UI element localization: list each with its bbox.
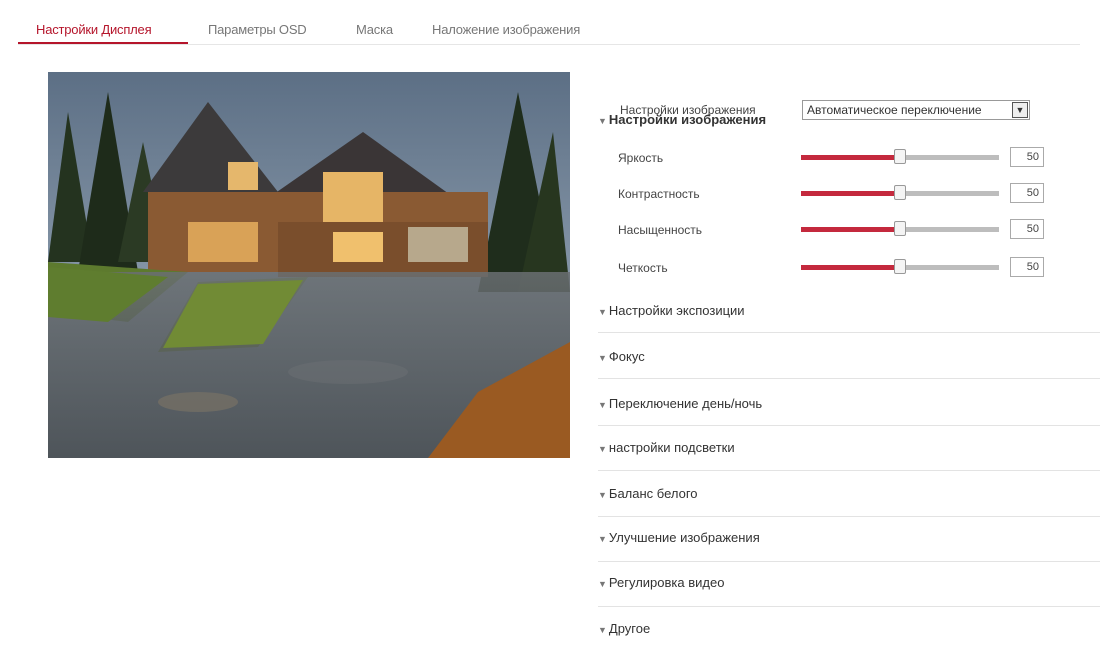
section-divider [598,606,1100,607]
collapse-arrow-icon: ▼ [598,116,607,126]
expand-arrow-icon: ▼ [598,625,607,635]
section-title: настройки подсветки [608,440,735,455]
expand-arrow-icon: ▼ [598,400,607,410]
slider-track[interactable] [899,265,999,270]
slider-thumb[interactable] [894,259,906,274]
expand-arrow-icon: ▼ [598,444,607,454]
section-exposure[interactable]: ▼ Настройки экспозиции [598,303,745,318]
slider-fill [801,191,899,196]
tab-image-overlay[interactable]: Наложение изображения [432,22,580,37]
slider-thumb[interactable] [894,185,906,200]
tab-bar-divider [18,44,1080,45]
section-divider [598,425,1100,426]
section-video-adjustment[interactable]: ▼ Регулировка видео [598,575,724,590]
expand-arrow-icon: ▼ [598,534,607,544]
section-focus[interactable]: ▼ Фокус [598,349,645,364]
image-mode-select[interactable]: Автоматическое переключение ▼ [802,100,1030,120]
slider-track[interactable] [899,155,999,160]
section-title: Настройки изображения [608,112,767,127]
section-divider [598,378,1100,379]
section-title: Улучшение изображения [608,530,760,545]
slider-label: Четкость [618,261,668,275]
slider-value-field[interactable]: 50 [1010,183,1044,203]
section-title: Регулировка видео [608,575,725,590]
chevron-down-icon[interactable]: ▼ [1012,102,1028,118]
tab-display-settings[interactable]: Настройки Дисплея [36,22,152,37]
slider-thumb[interactable] [894,221,906,236]
section-backlight[interactable]: ▼ настройки подсветки [598,440,735,455]
slider-value-field[interactable]: 50 [1010,257,1044,277]
slider-label: Яркость [618,151,664,165]
expand-arrow-icon: ▼ [598,353,607,363]
section-title: Настройки экспозиции [608,303,745,318]
section-title: Баланс белого [608,486,698,501]
slider-label: Насыщенность [618,223,703,237]
tab-osd-parameters[interactable]: Параметры OSD [208,22,307,37]
section-day-night[interactable]: ▼ Переключение день/ночь [598,396,762,411]
section-title: Другое [608,621,651,636]
section-divider [598,332,1100,333]
section-image-settings[interactable]: ▼ Настройки изображения [598,112,766,127]
slider-sharpness: Четкость 50 [618,256,1048,280]
slider-brightness: Яркость 50 [618,146,1048,170]
section-divider [598,561,1100,562]
slider-fill [801,265,899,270]
expand-arrow-icon: ▼ [598,579,607,589]
section-image-enhancement[interactable]: ▼ Улучшение изображения [598,530,760,545]
slider-fill [801,227,899,232]
tab-bar: Настройки Дисплея Параметры OSD Маска На… [20,0,1080,48]
slider-thumb[interactable] [894,149,906,164]
slider-label: Контрастность [618,187,700,201]
live-preview-image [48,72,570,458]
slider-track[interactable] [899,227,999,232]
section-title: Фокус [608,349,645,364]
expand-arrow-icon: ▼ [598,307,607,317]
image-mode-value: Автоматическое переключение [807,103,982,117]
section-divider [598,470,1100,471]
section-other[interactable]: ▼ Другое [598,621,650,636]
slider-value-field[interactable]: 50 [1010,219,1044,239]
expand-arrow-icon: ▼ [598,490,607,500]
slider-track[interactable] [899,191,999,196]
slider-value-field[interactable]: 50 [1010,147,1044,167]
section-white-balance[interactable]: ▼ Баланс белого [598,486,698,501]
tab-mask[interactable]: Маска [356,22,393,37]
section-title: Переключение день/ночь [608,396,763,411]
slider-contrast: Контрастность 50 [618,182,1048,206]
slider-fill [801,155,899,160]
section-divider [598,516,1100,517]
slider-saturation: Насыщенность 50 [618,218,1048,242]
